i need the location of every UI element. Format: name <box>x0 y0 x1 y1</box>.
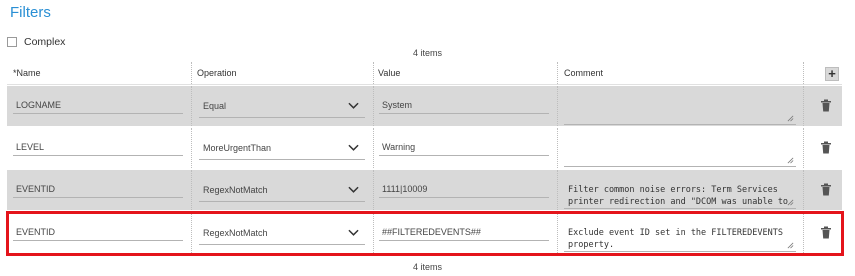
operation-select-value: Equal <box>203 101 227 111</box>
column-header-value: Value <box>378 68 401 78</box>
table-row: EVENTID RegexNotMatch 1111|10009 Filter … <box>7 170 842 210</box>
resize-grip-icon[interactable] <box>787 115 794 122</box>
table-row: LOGNAME Equal System <box>7 86 842 126</box>
trash-icon[interactable] <box>820 99 832 112</box>
column-divider <box>191 213 192 253</box>
operation-select[interactable]: RegexNotMatch <box>199 180 365 202</box>
resize-grip-icon[interactable] <box>787 157 794 164</box>
name-field[interactable]: LEVEL <box>13 138 183 156</box>
section-title: Filters <box>10 4 51 21</box>
column-divider <box>373 62 374 84</box>
operation-select-value: MoreUrgentThan <box>203 143 272 153</box>
column-divider <box>191 170 192 210</box>
operation-select-value: RegexNotMatch <box>203 185 268 195</box>
comment-textarea[interactable]: Exclude event ID set in the FILTEREDEVEN… <box>564 214 796 252</box>
chevron-down-icon <box>348 229 359 236</box>
column-divider <box>803 86 804 126</box>
operation-select[interactable]: Equal <box>199 96 365 118</box>
chevron-down-icon <box>348 186 359 193</box>
table-header: *Name Operation Value Comment + <box>7 62 842 85</box>
plus-icon: + <box>828 66 836 81</box>
column-divider <box>803 170 804 210</box>
chevron-down-icon <box>348 144 359 151</box>
value-field[interactable]: 1111|10009 <box>379 180 549 198</box>
value-field[interactable]: System <box>379 96 549 114</box>
column-divider <box>557 62 558 84</box>
trash-icon[interactable] <box>820 183 832 196</box>
operation-select-value: RegexNotMatch <box>203 228 268 238</box>
column-divider <box>803 128 804 168</box>
chevron-down-icon <box>348 102 359 109</box>
table-row: EVENTID RegexNotMatch ##FILTEREDEVENTS##… <box>7 213 842 253</box>
resize-grip-icon[interactable] <box>787 199 794 206</box>
operation-select[interactable]: MoreUrgentThan <box>199 138 365 160</box>
column-divider <box>557 128 558 168</box>
item-count-top: 4 items <box>412 48 442 58</box>
complex-checkbox[interactable] <box>7 37 17 47</box>
comment-text: Exclude event ID set in the FILTEREDEVEN… <box>568 227 783 251</box>
comment-textarea[interactable]: Filter common noise errors: Term Service… <box>564 171 796 209</box>
value-field[interactable]: Warning <box>379 138 549 156</box>
column-divider <box>191 62 192 84</box>
trash-icon[interactable] <box>820 226 832 239</box>
column-divider <box>557 213 558 253</box>
comment-text: Filter common noise errors: Term Service… <box>568 184 789 208</box>
name-field[interactable]: LOGNAME <box>13 96 183 114</box>
comment-textarea[interactable] <box>564 87 796 125</box>
item-count-bottom: 4 items <box>412 262 442 272</box>
column-divider <box>373 170 374 210</box>
complex-label: Complex <box>24 36 66 48</box>
resize-grip-icon[interactable] <box>787 242 794 249</box>
column-divider <box>373 86 374 126</box>
column-divider <box>803 62 804 84</box>
column-header-operation: Operation <box>197 68 237 78</box>
table-row: LEVEL MoreUrgentThan Warning <box>7 128 842 168</box>
add-row-button[interactable]: + <box>825 67 839 81</box>
name-field[interactable]: EVENTID <box>13 223 183 241</box>
column-header-name: *Name <box>13 68 41 78</box>
value-field[interactable]: ##FILTEREDEVENTS## <box>379 223 549 241</box>
column-divider <box>557 86 558 126</box>
operation-select[interactable]: RegexNotMatch <box>199 223 365 245</box>
column-divider <box>373 213 374 253</box>
column-divider <box>803 213 804 253</box>
trash-icon[interactable] <box>820 141 832 154</box>
column-header-comment: Comment <box>564 68 604 78</box>
column-divider <box>373 128 374 168</box>
column-divider <box>557 170 558 210</box>
comment-textarea[interactable] <box>564 129 796 167</box>
complex-checkbox-row[interactable]: Complex <box>7 35 65 49</box>
column-divider <box>191 128 192 168</box>
name-field[interactable]: EVENTID <box>13 180 183 198</box>
column-divider <box>191 86 192 126</box>
